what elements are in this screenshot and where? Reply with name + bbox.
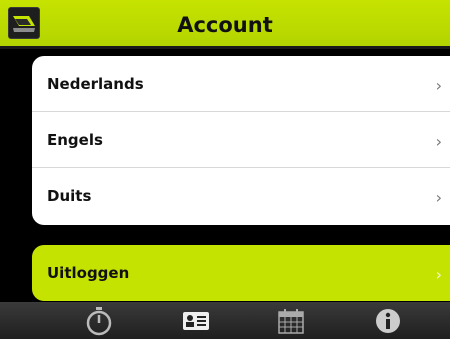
chevron-right-icon: › [435, 76, 442, 95]
contact-card-icon [183, 312, 209, 330]
header-bar: Account [0, 0, 450, 49]
logout-label: Uitloggen [47, 264, 130, 282]
chevron-right-icon: › [435, 265, 442, 284]
chevron-right-icon: › [435, 188, 442, 207]
tab-contact[interactable] [181, 306, 211, 336]
list-item-label: Duits [47, 187, 92, 205]
list-item-engels[interactable]: Engels › [32, 112, 450, 168]
chevron-right-icon: › [435, 132, 442, 151]
tab-calendar[interactable] [276, 306, 306, 336]
language-list: Nederlands › Engels › Duits › [32, 56, 450, 225]
tab-bar [0, 302, 450, 339]
list-item-label: Engels [47, 131, 103, 149]
stopwatch-icon [86, 307, 112, 336]
tab-stopwatch[interactable] [84, 306, 114, 336]
list-item-nederlands[interactable]: Nederlands › [32, 56, 450, 112]
info-icon [376, 309, 400, 333]
logout-button[interactable]: Uitloggen › [32, 245, 450, 301]
page-title: Account [177, 13, 273, 37]
list-item-duits[interactable]: Duits › [32, 168, 450, 225]
tab-info[interactable] [373, 306, 403, 336]
list-item-label: Nederlands [47, 75, 144, 93]
calendar-icon [278, 309, 304, 334]
